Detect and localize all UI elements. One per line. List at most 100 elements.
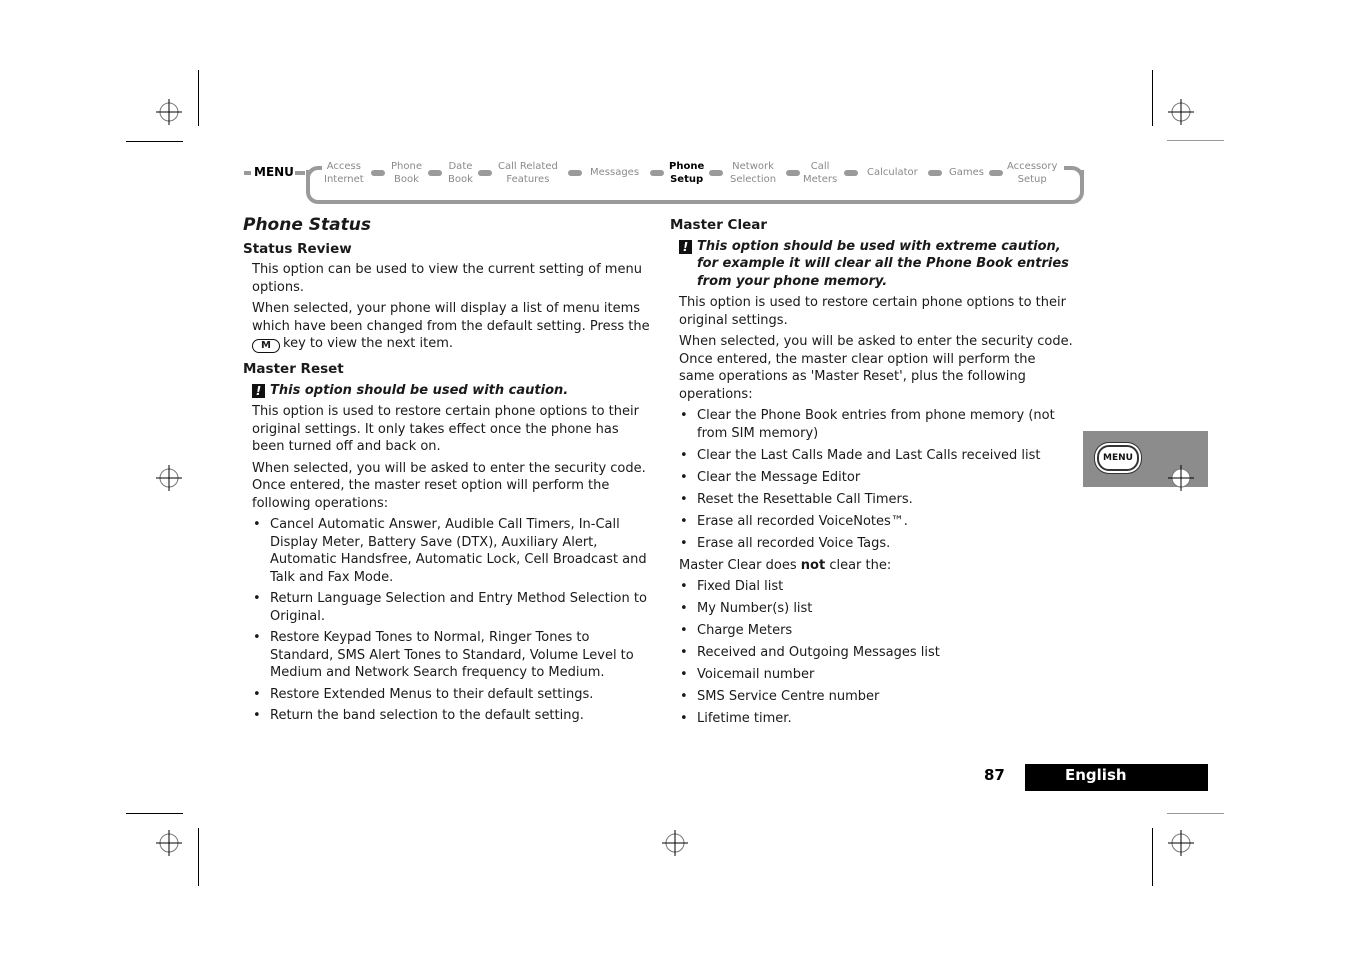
nav-item-date-book[interactable]: Date Book	[446, 160, 475, 186]
list-item: Erase all recorded VoiceNotes™.	[679, 513, 1075, 531]
nav-connector	[568, 170, 582, 176]
status-review-text-part: When selected, your phone will display a…	[252, 301, 650, 334]
nav-item-label: Messages	[590, 167, 640, 178]
nav-connector	[844, 170, 858, 176]
nav-item-label: Call Related	[498, 161, 558, 172]
master-clear-heading: Master Clear	[670, 217, 768, 233]
nav-connector	[989, 170, 1003, 176]
list-item: Clear the Last Calls Made and Last Calls…	[679, 447, 1075, 465]
nav-item-label: Setup	[670, 174, 704, 185]
nav-menu-label: MENU	[254, 165, 294, 179]
warning-icon: !	[252, 383, 265, 398]
chapter-side-tab: MENU	[1083, 431, 1208, 491]
registration-mark-icon	[156, 830, 182, 856]
not-cleared-intro: Master Clear does not clear the:	[679, 557, 1075, 575]
registration-mark-icon	[156, 99, 182, 125]
list-item: Fixed Dial list	[679, 578, 1075, 596]
nav-item-label: Calculator	[867, 167, 918, 178]
language-bar: English	[1025, 764, 1208, 791]
master-reset-heading: Master Reset	[243, 361, 344, 377]
nav-item-label: Accessory	[1007, 161, 1058, 172]
list-item: Charge Meters	[679, 622, 1075, 640]
nav-item-call-meters[interactable]: Call Meters	[801, 160, 840, 186]
left-column: Phone Status Status Review This option c…	[243, 215, 655, 729]
registration-mark-icon	[1168, 830, 1194, 856]
nav-item-label: Call	[810, 161, 830, 172]
nav-connector	[650, 170, 664, 176]
crop-mark	[198, 828, 199, 886]
nav-item-phone-setup[interactable]: Phone Setup	[667, 160, 707, 186]
nav-menu-root[interactable]: MENU	[244, 165, 305, 179]
caution-note: ! This option should be used with caution…	[252, 382, 655, 400]
list-item: Restore Keypad Tones to Normal, Ringer T…	[252, 629, 655, 682]
nav-item-label: Network	[732, 161, 774, 172]
nav-item-label: Access	[326, 161, 361, 172]
nav-item-label: Phone	[669, 161, 705, 172]
section-title: Phone Status	[243, 215, 371, 235]
nav-connector	[786, 170, 800, 176]
crop-mark	[1167, 140, 1224, 141]
list-item: Clear the Phone Book entries from phone …	[679, 407, 1075, 442]
list-item: SMS Service Centre number	[679, 688, 1075, 706]
list-item: Restore Extended Menus to their default …	[252, 686, 655, 704]
nav-item-label: Features	[506, 174, 550, 185]
caution-text: This option should be used with caution.	[270, 382, 569, 398]
status-review-heading: Status Review	[243, 240, 352, 257]
nav-item-access-internet[interactable]: Access Internet	[322, 160, 366, 186]
registration-mark-icon	[156, 465, 182, 491]
nav-connector	[709, 170, 723, 176]
nav-item-accessory-setup[interactable]: Accessory Setup	[1005, 160, 1060, 186]
right-column: Master Clear ! This option should be used…	[670, 217, 1075, 732]
extreme-caution-note: ! This option should be used with extreme…	[679, 238, 1075, 291]
nav-item-calculator[interactable]: Calculator	[865, 166, 920, 179]
master-clear-operations-list: Clear the Phone Book entries from phone …	[679, 407, 1075, 552]
nav-item-call-related-features[interactable]: Call Related Features	[496, 160, 560, 186]
nav-connector	[478, 170, 492, 176]
list-item: Return the band selection to the default…	[252, 707, 655, 725]
status-review-text: This option can be used to view the curr…	[252, 262, 642, 295]
text-part: clear the:	[829, 557, 892, 573]
crop-mark	[1152, 70, 1153, 126]
crop-mark	[198, 70, 199, 126]
not-cleared-list: Fixed Dial list My Number(s) list Charge…	[679, 578, 1075, 728]
nav-item-label: Setup	[1017, 174, 1047, 185]
nav-item-label: Selection	[730, 174, 777, 185]
language-label: English	[1065, 766, 1127, 784]
crop-mark	[1152, 828, 1153, 886]
registration-mark-icon	[1168, 99, 1194, 125]
text-part: Master Clear does	[679, 557, 797, 573]
registration-mark-icon	[662, 830, 688, 856]
nav-item-messages[interactable]: Messages	[588, 166, 642, 179]
emphasis-text: not	[800, 557, 826, 573]
menu-navigation-bar: MENU Access Internet Phone Book Date Book C…	[244, 158, 1084, 206]
list-item: Lifetime timer.	[679, 710, 1075, 728]
master-reset-text: This option is used to restore certain p…	[252, 404, 639, 454]
list-item: Voicemail number	[679, 666, 1075, 684]
caution-text: This option should be used with extreme …	[697, 238, 1069, 289]
list-item: Return Language Selection and Entry Meth…	[252, 590, 655, 625]
nav-connector	[428, 170, 442, 176]
list-item: My Number(s) list	[679, 600, 1075, 618]
nav-connector	[928, 170, 942, 176]
crop-mark	[1167, 813, 1224, 814]
registration-mark-icon	[1168, 465, 1194, 491]
warning-icon: !	[679, 239, 692, 254]
nav-item-network-selection[interactable]: Network Selection	[728, 160, 779, 186]
crop-mark	[126, 813, 183, 814]
master-reset-text: When selected, you will be asked to ente…	[252, 460, 646, 511]
nav-item-label: Phone	[391, 161, 422, 172]
list-item: Clear the Message Editor	[679, 469, 1075, 487]
nav-item-label: Book	[394, 174, 419, 185]
nav-item-games[interactable]: Games	[947, 166, 986, 179]
nav-item-label: Date	[448, 161, 473, 172]
nav-item-label: Internet	[324, 174, 364, 185]
nav-connector	[371, 170, 385, 176]
nav-item-label: Games	[949, 167, 984, 178]
nav-item-phone-book[interactable]: Phone Book	[389, 160, 424, 186]
nav-item-label: Meters	[803, 174, 838, 185]
list-item: Cancel Automatic Answer, Audible Call Ti…	[252, 516, 655, 586]
master-clear-text: This option is used to restore certain p…	[679, 295, 1066, 328]
m-key-icon: M	[252, 339, 280, 353]
list-item: Reset the Resettable Call Timers.	[679, 491, 1075, 509]
nav-item-label: Book	[448, 174, 473, 185]
